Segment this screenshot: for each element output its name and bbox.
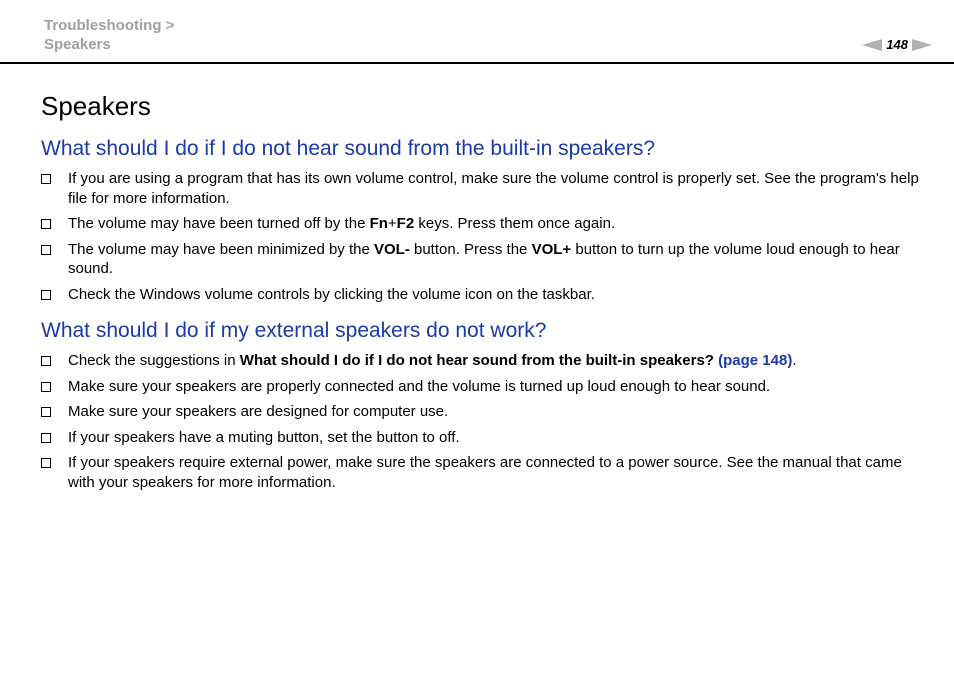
next-page-arrow-icon[interactable] [912,38,932,51]
vol-minus-label: VOL- [373,240,410,258]
breadcrumb-speakers[interactable]: Speakers [44,35,174,54]
list-item: The volume may have been minimized by th… [41,240,921,279]
list-item: The volume may have been turned off by t… [41,214,921,234]
list-item-text: If you are using a program that has its … [68,170,919,207]
list-item-text: . [792,352,797,369]
checkbox-bullet-icon [41,407,51,417]
section-heading-builtin: What should I do if I do not hear sound … [41,137,656,160]
checkbox-bullet-icon [41,381,51,392]
list-item-text: If your speakers require external power,… [68,454,902,491]
page-link[interactable]: (page 148) [718,352,792,369]
page-title: Speakers [41,91,151,121]
previous-page-arrow-icon[interactable] [862,38,883,51]
list-item: If your speakers require external power,… [41,453,921,492]
plus-sign: + [387,215,397,232]
checkbox-bullet-icon [41,174,51,184]
breadcrumb: Troubleshooting > Speakers [44,16,174,54]
list-item: Check the suggestions in What should I d… [41,351,921,371]
list-item-text: The volume may have been turned off by t… [68,215,370,232]
checkbox-bullet-icon [41,356,51,366]
checkbox-bullet-icon [41,458,51,468]
main-content: Speakers What should I do if I do not he… [41,90,921,502]
list-item-text: keys. Press them once again. [414,215,616,232]
list-item-text: Check the Windows volume controls by cli… [68,285,595,303]
list-item-text: Make sure your speakers are properly con… [68,377,771,395]
list-item-text: Make sure your speakers are designed for… [68,403,449,420]
builtin-speakers-list: If you are using a program that has its … [41,169,921,304]
list-item-text: button. Press the [409,240,532,258]
vol-plus-label: VOL+ [531,240,572,258]
cross-reference-title: What should I do if I do not hear sound … [239,352,714,369]
list-item: Make sure your speakers are designed for… [41,402,921,422]
checkbox-bullet-icon [41,244,51,255]
list-item: If your speakers have a muting button, s… [41,428,921,448]
header-divider [0,62,954,64]
page-number: 148 [886,37,908,52]
breadcrumb-troubleshooting[interactable]: Troubleshooting > [44,16,174,35]
external-speakers-list: Check the suggestions in What should I d… [41,351,921,492]
list-item-text: Check the suggestions in [68,352,240,369]
checkbox-bullet-icon [41,432,51,443]
list-item: If you are using a program that has its … [41,169,921,208]
section-heading-external: What should I do if my external speakers… [41,319,547,342]
list-item: Check the Windows volume controls by cli… [41,285,921,305]
list-item-text: If your speakers have a muting button, s… [68,428,460,446]
checkbox-bullet-icon [41,219,51,229]
page-navigation: 148 [862,37,932,52]
list-item-text: The volume may have been minimized by th… [68,240,374,258]
list-item: Make sure your speakers are properly con… [41,377,921,397]
key-fn: Fn [369,215,388,232]
checkbox-bullet-icon [41,289,51,300]
key-f2: F2 [396,215,415,232]
